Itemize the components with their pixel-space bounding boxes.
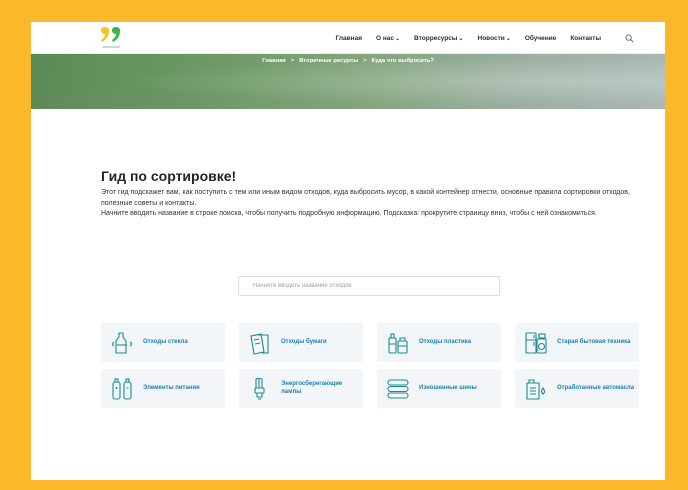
category-card-appliances[interactable]: Старая бытовая техника [515,323,639,362]
page-title: Гид по сортировке! [101,168,237,184]
main-navigation: Главная О нас ⌄ Вторресурсы ⌄ Новости ⌄ … [336,22,635,54]
appliance-icon [525,331,547,354]
category-label: Элементы питания [143,384,200,391]
hero-banner: Главная > Вторичные ресурсы > Куда что в… [31,54,665,109]
waste-search-input[interactable] [253,283,499,289]
breadcrumb-separator: > [363,58,367,64]
nav-item-label: Новости [477,34,505,42]
category-label: Старая бытовая техника [557,338,631,345]
nav-item-label: Обучение [524,34,557,42]
category-label: Изношенные шины [419,384,477,391]
breadcrumb-separator: > [290,58,295,64]
site-header: Главная О нас ⌄ Вторресурсы ⌄ Новости ⌄ … [31,22,665,54]
nav-item-label: Контакты [570,34,601,42]
browser-page: Главная О нас ⌄ Вторресурсы ⌄ Новости ⌄ … [31,22,665,480]
breadcrumb: Главная > Вторичные ресурсы > Куда что в… [31,58,665,64]
nav-item-label: Главная [335,34,362,42]
breadcrumb-link-home[interactable]: Главная [262,58,286,64]
chevron-down-icon: ⌄ [458,35,464,42]
category-card-tires[interactable]: Изношенные шины [377,369,501,408]
logo-icon[interactable] [97,26,127,52]
category-card-lamps[interactable]: Энергосберегающие лампы [239,369,363,408]
nav-item-label: Вторресурсы [414,34,458,42]
paper-icon [250,332,269,355]
nav-item-education[interactable]: Обучение [525,35,557,42]
category-card-motor-oil[interactable]: Отработанные автомасла [515,369,639,408]
category-label: Отходы стекла [143,338,188,345]
glass-bottle-icon [111,331,133,354]
category-card-plastic[interactable]: Отходы пластика [377,323,501,362]
nav-item-recyclables[interactable]: Вторресурсы ⌄ [414,35,463,42]
oil-canister-icon [526,378,546,400]
nav-item-contacts[interactable]: Контакты [570,35,601,42]
plastic-bottle-icon [388,332,408,354]
nav-item-label: О нас [375,34,395,42]
page-description: Этот гид подскажет вам, как поступить с … [101,188,631,220]
category-label: Энергосберегающие лампы [281,381,343,395]
nav-item-news[interactable]: Новости ⌄ [478,35,511,42]
category-card-glass[interactable]: Отходы стекла [101,323,225,362]
category-label: Отработанные автомасла [557,384,635,391]
category-grid: Отходы стекла Отходы бумаги Отходы пласт… [101,323,639,408]
breadcrumb-current: Куда что выбросить? [371,58,434,64]
breadcrumb-link-resources[interactable]: Вторичные ресурсы [299,58,358,64]
category-card-paper[interactable]: Отходы бумаги [239,323,363,362]
description-paragraph: Начните вводить название в строке поиска… [101,210,597,217]
battery-icon [112,377,132,400]
nav-item-home[interactable]: Главная [336,35,362,42]
category-label: Отходы бумаги [281,338,327,345]
lamp-icon [254,377,265,400]
search-icon[interactable] [623,32,635,44]
tire-icon [387,378,409,399]
category-label: Отходы пластика [419,338,472,345]
chevron-down-icon: ⌄ [505,35,511,42]
description-paragraph: Этот гид подскажет вам, как поступить с … [101,189,630,207]
waste-search-box [238,276,500,296]
chevron-down-icon: ⌄ [395,35,401,42]
category-card-batteries[interactable]: Элементы питания [101,369,225,408]
nav-item-about[interactable]: О нас ⌄ [376,35,400,42]
